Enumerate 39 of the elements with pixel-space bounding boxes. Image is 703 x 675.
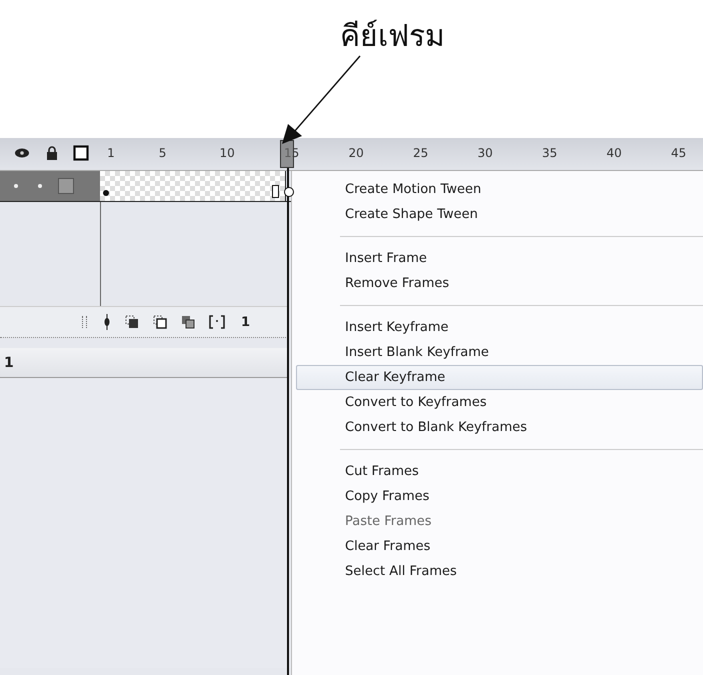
- menu-item[interactable]: Insert Frame: [296, 246, 703, 271]
- menu-item[interactable]: Insert Blank Keyframe: [296, 340, 703, 365]
- menu-item[interactable]: Convert to Blank Keyframes: [296, 415, 703, 440]
- menu-item[interactable]: Create Shape Tween: [296, 202, 703, 227]
- current-frame: 1: [241, 314, 250, 330]
- menu-item[interactable]: Cut Frames: [296, 459, 703, 484]
- frame-number: 5: [158, 146, 168, 160]
- annotation-label: คีย์เฟรม: [340, 18, 445, 52]
- frame-number: 40: [605, 146, 623, 160]
- keyframe-dot: [103, 190, 109, 196]
- onion-skin-icon[interactable]: [125, 315, 139, 329]
- frame-number: 45: [670, 146, 688, 160]
- frame-number: 35: [540, 146, 558, 160]
- bracket-icon[interactable]: [209, 315, 225, 329]
- lock-icon[interactable]: [46, 146, 58, 160]
- menu-item[interactable]: Copy Frames: [296, 484, 703, 509]
- edit-frames-icon[interactable]: [181, 315, 195, 329]
- frame-number: 20: [347, 146, 365, 160]
- frame-number: 30: [476, 146, 494, 160]
- end-frame-marker: [272, 185, 279, 198]
- onion-outline-icon[interactable]: [153, 315, 167, 329]
- visibility-dot[interactable]: [14, 184, 18, 188]
- lock-dot[interactable]: [38, 184, 42, 188]
- frame-number: 25: [412, 146, 430, 160]
- menu-item[interactable]: Select All Frames: [296, 559, 703, 584]
- menu-item[interactable]: Remove Frames: [296, 271, 703, 296]
- outline-square[interactable]: [58, 178, 74, 194]
- grip-icon: [82, 316, 87, 328]
- scene-label: 1: [4, 354, 14, 370]
- menu-item[interactable]: Clear Frames: [296, 534, 703, 559]
- frame-number: 10: [218, 146, 236, 160]
- frame-number: 1: [106, 146, 116, 160]
- menu-item[interactable]: Create Motion Tween: [296, 177, 703, 202]
- menu-item[interactable]: Convert to Keyframes: [296, 390, 703, 415]
- outline-icon[interactable]: [73, 145, 89, 161]
- onion-marker-icon[interactable]: [103, 314, 111, 330]
- eye-icon[interactable]: [14, 147, 30, 159]
- menu-item[interactable]: Insert Keyframe: [296, 315, 703, 340]
- menu-item[interactable]: Clear Keyframe: [296, 365, 703, 390]
